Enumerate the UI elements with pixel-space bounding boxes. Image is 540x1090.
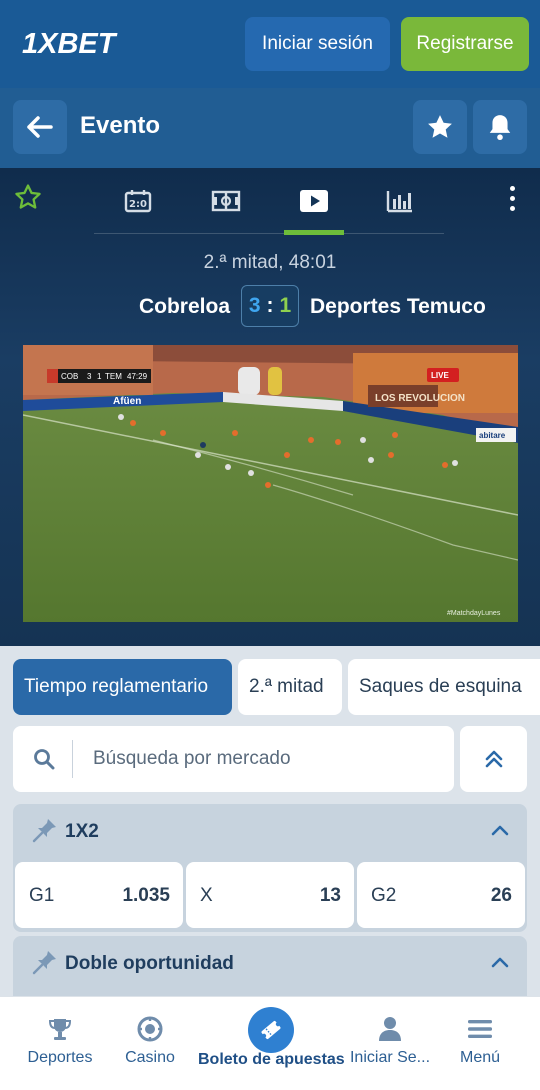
market-search[interactable]: Búsqueda por mercado: [13, 726, 454, 792]
away-team-name: Deportes Temuco: [310, 295, 486, 318]
match-period: 2.ª mitad, 48:01: [203, 252, 337, 273]
pin-icon[interactable]: [31, 948, 59, 976]
ticket-icon: [248, 1007, 294, 1053]
svg-text:Afüen: Afüen: [113, 396, 141, 407]
nav-label: Boleto de apuestas: [198, 1051, 345, 1068]
search-icon: [34, 749, 55, 770]
odds-label: G2: [371, 885, 397, 906]
scorebug-home: COB: [61, 372, 78, 381]
brand-logo[interactable]: 1XBET: [22, 26, 132, 60]
scorebug-home-score: 3: [87, 372, 92, 381]
search-placeholder: Búsqueda por mercado: [93, 748, 291, 769]
page-title: Evento: [80, 112, 161, 139]
nav-label: Menú: [459, 1049, 501, 1066]
market-title: 1X2: [65, 821, 99, 842]
odds-button-g2[interactable]: G2 26: [357, 862, 525, 928]
odds-value: 1.035: [122, 885, 170, 906]
market-header[interactable]: 1X2: [13, 804, 527, 860]
tab-segunda-mitad[interactable]: 2.ª mitad: [238, 659, 342, 715]
field-icon: [211, 190, 241, 212]
nav-menu[interactable]: Menú: [446, 997, 514, 1090]
chevron-up-icon[interactable]: [490, 955, 510, 969]
svg-text:abitare: abitare: [479, 431, 506, 440]
video-frame: Afüen LOS REVOLUCION abitare COB 3 1 TEM…: [23, 345, 518, 622]
nav-label: Iniciar Se...: [349, 1049, 431, 1066]
odds-value: 26: [490, 885, 512, 906]
more-options-icon[interactable]: [500, 180, 524, 216]
user-icon: [379, 1017, 401, 1041]
star-outline-icon[interactable]: [14, 183, 42, 211]
star-icon: [428, 115, 452, 138]
logo-text: 1XBET: [22, 28, 118, 60]
tab-stats[interactable]: [370, 168, 430, 234]
pin-icon[interactable]: [31, 816, 59, 844]
home-team-name: Cobreloa: [138, 295, 230, 318]
odds-button-g1[interactable]: G1 1.035: [15, 862, 183, 928]
bell-icon: [489, 115, 511, 141]
score-separator: :: [266, 294, 274, 317]
event-header-bar: Evento: [0, 88, 540, 168]
odds-value: 13: [319, 885, 341, 906]
market-1x2: 1X2 G1 1.035 X 13 G2 26: [13, 804, 527, 932]
casino-chip-icon: [137, 1016, 163, 1042]
nav-boleto-de-apuestas[interactable]: Boleto de apuestas: [196, 997, 346, 1090]
scorebug-time: 47:29: [127, 372, 148, 381]
event-view-tabs: 2:0: [94, 168, 444, 235]
market-title: Doble oportunidad: [65, 953, 234, 974]
tab-saques-de-esquina[interactable]: Saques de esquina: [348, 659, 540, 715]
nav-iniciar-sesion[interactable]: Iniciar Se...: [346, 997, 434, 1090]
search-divider: [72, 740, 73, 778]
register-button[interactable]: Registrarse: [401, 17, 529, 71]
market-header[interactable]: Doble oportunidad: [13, 936, 527, 992]
trophy-icon: [48, 1019, 72, 1040]
menu-icon: [468, 1020, 492, 1038]
event-panel: 2:0 2.ª mitad, 48:01 Cobreloa 3 : 1 Depo…: [0, 168, 540, 646]
scorebug-away: TEM: [105, 372, 122, 381]
away-score: 1: [279, 294, 292, 317]
tab-tiempo-reglamentario[interactable]: Tiempo reglamentario: [13, 659, 232, 715]
period-tabs: Tiempo reglamentario 2.ª mitad Saques de…: [13, 659, 540, 715]
collapse-all-button[interactable]: [460, 726, 527, 792]
play-icon: [300, 190, 328, 212]
svg-text:2:0: 2:0: [129, 199, 147, 210]
chevron-up-icon[interactable]: [490, 823, 510, 837]
tab-scoreboard[interactable]: 2:0: [108, 168, 168, 234]
scorebug-away-score: 1: [97, 372, 102, 381]
back-button[interactable]: [13, 100, 67, 154]
svg-text:LOS REVOLUCION: LOS REVOLUCION: [375, 393, 465, 404]
score-box: 3 : 1: [241, 285, 299, 327]
tab-video[interactable]: [284, 168, 344, 235]
video-watermark: #MatchdayLunes: [447, 610, 501, 617]
odds-label: G1: [29, 885, 55, 906]
arrow-left-icon: [27, 116, 53, 138]
top-bar: 1XBET Iniciar sesión Registrarse: [0, 0, 540, 88]
live-badge: LIVE: [431, 371, 449, 380]
nav-casino[interactable]: Casino: [112, 997, 188, 1090]
stats-icon: [386, 191, 412, 213]
nav-label: Casino: [125, 1049, 175, 1066]
notifications-button[interactable]: [473, 100, 527, 154]
double-chevron-up-icon: [485, 750, 502, 768]
live-video-player[interactable]: Afüen LOS REVOLUCION abitare COB 3 1 TEM…: [23, 345, 518, 622]
home-score: 3: [248, 294, 261, 317]
bottom-navigation: Deportes Casino Boleto de apuestas Inici…: [0, 996, 540, 1090]
scoreboard-icon: 2:0: [124, 190, 152, 213]
favorite-button[interactable]: [413, 100, 467, 154]
nav-label: Deportes: [27, 1049, 93, 1066]
tab-field[interactable]: [196, 168, 256, 234]
odds-label: X: [200, 885, 213, 906]
nav-deportes[interactable]: Deportes: [18, 997, 102, 1090]
login-button[interactable]: Iniciar sesión: [245, 17, 390, 71]
odds-button-x[interactable]: X 13: [186, 862, 354, 928]
